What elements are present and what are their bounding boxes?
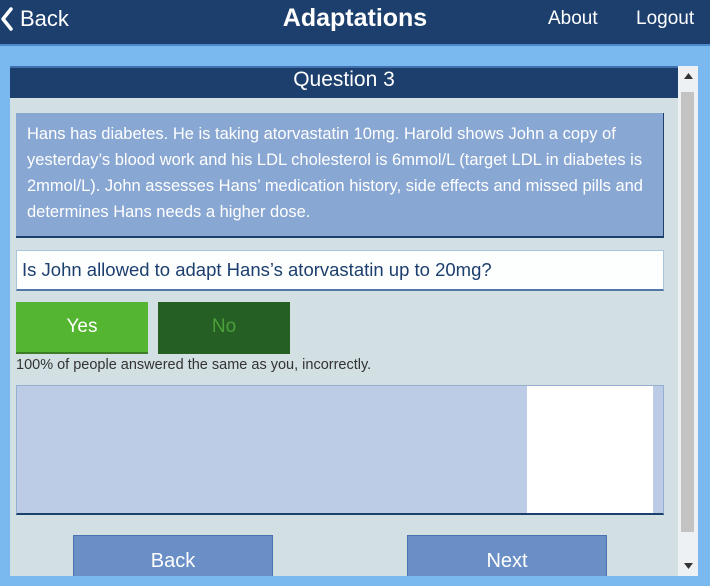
explanation-shade [17,386,527,513]
back-button[interactable]: Back [73,535,273,576]
header-back-button[interactable]: Back [0,0,69,38]
vertical-scrollbar[interactable] [678,66,698,576]
top-bar: Back Adaptations About Logout [0,0,710,46]
page-title: Adaptations [282,4,428,32]
arrow-up-icon [683,73,693,79]
yes-button[interactable]: Yes [16,302,148,354]
header-back-label: Back [20,6,69,31]
arrow-down-icon [683,563,693,569]
next-button[interactable]: Next [407,535,607,576]
explanation-edge [653,386,663,513]
scroll-down-button[interactable] [678,556,698,576]
chevron-left-icon [1,7,13,31]
no-button[interactable]: No [158,302,290,354]
scenario-text: Hans has diabetes. He is taking atorvast… [16,113,664,238]
question-heading: Question 3 [10,66,678,98]
result-message: 100% of people answered the same as you,… [16,357,372,373]
question-prompt: Is John allowed to adapt Hans’s atorvast… [16,250,664,291]
about-link[interactable]: About [548,0,598,37]
question-panel: Question 3 Hans has diabetes. He is taki… [10,66,698,576]
scroll-up-button[interactable] [678,66,698,86]
scroll-thumb[interactable] [681,92,694,532]
logout-link[interactable]: Logout [636,0,694,37]
explanation-box [16,385,664,515]
